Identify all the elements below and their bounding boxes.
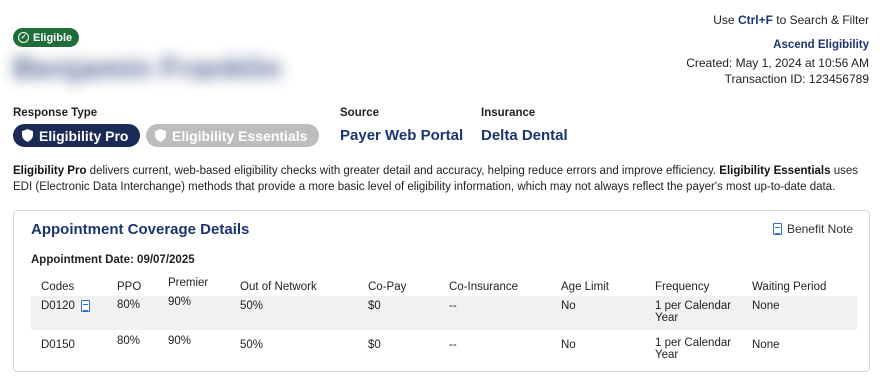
- ppo-cell: 80%: [117, 299, 141, 311]
- ppo-cell: 80%: [117, 335, 141, 347]
- check-circle-icon: ✓: [18, 32, 29, 43]
- waiting-period-cell: None: [752, 300, 780, 312]
- response-type-label: Response Type: [13, 107, 98, 119]
- column-header: PPO: [117, 281, 142, 293]
- column-header: Age Limit: [561, 281, 609, 293]
- appointment-coverage-card: Appointment Coverage Details Benefit Not…: [13, 210, 870, 372]
- search-hint: Use Ctrl+F to Search & Filter: [713, 13, 869, 27]
- code-cell: D0120: [41, 300, 90, 312]
- premier-cell: 90%: [168, 335, 192, 347]
- document-icon: [772, 223, 782, 235]
- age-limit-cell: No: [561, 300, 576, 312]
- premier-cell: 90%: [168, 296, 192, 308]
- shield-icon: [155, 129, 166, 142]
- coinsurance-cell: --: [449, 300, 457, 312]
- shield-icon: [22, 129, 33, 142]
- appointment-date: Appointment Date: 09/07/2025: [31, 254, 195, 266]
- status-badge-label: Eligible: [33, 31, 73, 44]
- shortcut-key: Ctrl+F: [737, 13, 773, 27]
- frequency-cell: 1 per Calendar Year: [655, 337, 732, 361]
- transaction-id: Transaction ID: 123456789: [724, 72, 869, 86]
- eligible-status-badge: ✓ Eligible: [13, 28, 80, 47]
- code-cell: D0150: [41, 339, 75, 351]
- patient-name: Benjamin Franklin: [13, 52, 282, 85]
- column-header: Premier: [168, 277, 209, 289]
- transaction-info: Use Ctrl+F to Search & Filter Ascend Eli…: [686, 13, 869, 87]
- coverage-title: Appointment Coverage Details: [31, 221, 250, 238]
- product-name: Ascend Eligibility: [773, 39, 869, 51]
- benefit-note-link[interactable]: Benefit Note: [772, 222, 853, 236]
- document-icon[interactable]: [80, 300, 90, 312]
- created-timestamp: Created: May 1, 2024 at 10:56 AM: [686, 56, 869, 70]
- table-row: D0120 80% 90% 50% $0 -- No 1 per Calenda…: [31, 296, 857, 330]
- oon-cell: 50%: [240, 300, 264, 312]
- column-header: Codes: [41, 281, 75, 293]
- copay-cell: $0: [368, 300, 381, 312]
- column-header: Out of Network: [240, 281, 317, 293]
- column-header: Waiting Period: [752, 281, 827, 293]
- table-row: D0150 80% 90% 50% $0 -- No 1 per Calenda…: [31, 333, 857, 367]
- insurance-value: Delta Dental: [481, 127, 568, 144]
- column-header: Co-Insurance: [449, 281, 519, 293]
- response-type-description: Eligibility Pro delivers current, web-ba…: [13, 165, 859, 193]
- source-label: Source: [340, 107, 379, 119]
- eligibility-pro-toggle[interactable]: Eligibility Pro: [13, 124, 141, 147]
- eligibility-essentials-toggle[interactable]: Eligibility Essentials: [146, 124, 320, 147]
- age-limit-cell: No: [561, 339, 576, 351]
- oon-cell: 50%: [240, 339, 264, 351]
- column-header: Frequency: [655, 281, 710, 293]
- source-value: Payer Web Portal: [340, 127, 464, 144]
- column-header: Co-Pay: [368, 281, 407, 293]
- frequency-cell: 1 per Calendar Year: [655, 300, 732, 324]
- coinsurance-cell: --: [449, 339, 457, 351]
- copay-cell: $0: [368, 339, 381, 351]
- waiting-period-cell: None: [752, 339, 780, 351]
- insurance-label: Insurance: [481, 107, 536, 119]
